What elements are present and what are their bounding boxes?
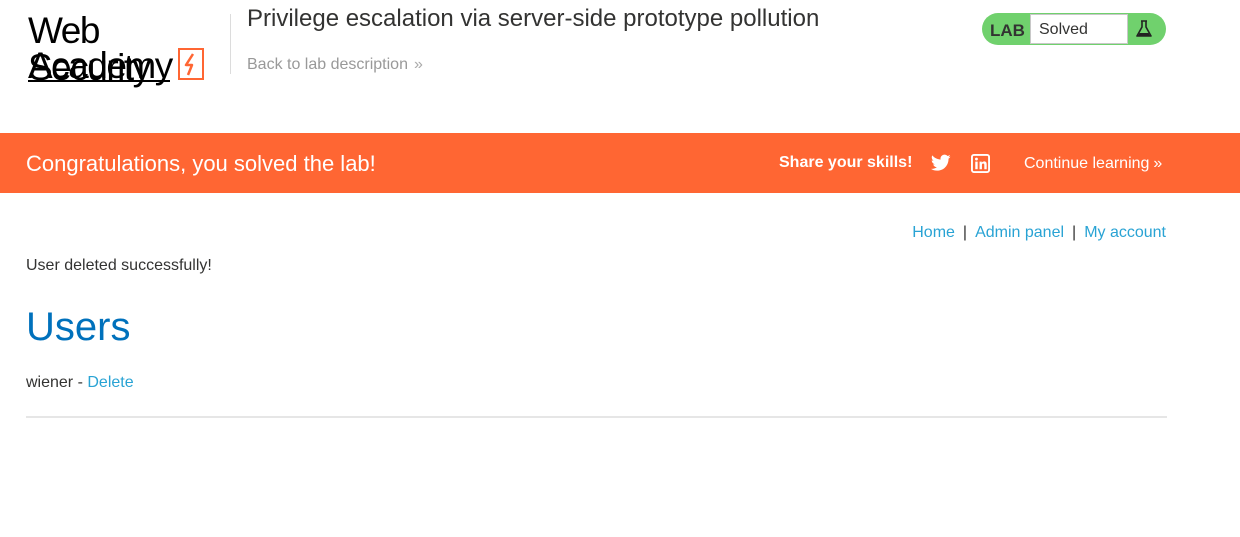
lab-title: Privilege escalation via server-side pro… <box>247 5 820 32</box>
user-deleted-message: User deleted successfully! <box>26 257 212 274</box>
lab-header: Web Security Academy Privilege escalatio… <box>0 0 1240 133</box>
congratulations-message: Congratulations, you solved the lab! <box>26 151 376 176</box>
header-divider <box>230 14 231 74</box>
continue-learning-label: Continue learning <box>1024 155 1150 172</box>
user-row: wiener - Delete <box>26 374 134 392</box>
nav-admin-panel-link[interactable]: Admin panel <box>975 224 1064 241</box>
back-to-lab-description-link[interactable]: Back to lab description » <box>247 56 423 74</box>
linkedin-icon[interactable] <box>971 154 990 173</box>
username: wiener <box>26 374 74 391</box>
twitter-icon[interactable] <box>931 154 951 172</box>
continue-learning-link[interactable]: Continue learning» <box>1024 155 1162 173</box>
logo-underline <box>28 80 170 82</box>
logo-line-2: Academy <box>28 45 173 86</box>
lab-badge: LAB <box>990 21 1025 40</box>
double-chevron-right-icon: » <box>1153 155 1163 172</box>
nav-my-account-link[interactable]: My account <box>1084 224 1166 241</box>
delete-user-link[interactable]: Delete <box>87 374 133 391</box>
nav-home-link[interactable]: Home <box>912 224 955 241</box>
solved-banner: Congratulations, you solved the lab! Sha… <box>0 133 1240 193</box>
back-link-label: Back to lab description <box>247 56 408 73</box>
share-skills-label: Share your skills! <box>779 154 913 171</box>
top-nav: Home | Admin panel | My account <box>912 224 1166 242</box>
nav-separator: | <box>962 224 968 241</box>
flask-icon <box>1136 20 1152 37</box>
user-separator: - <box>77 374 83 391</box>
users-heading: Users <box>26 305 131 349</box>
web-security-academy-logo[interactable]: Web Security Academy <box>28 10 228 86</box>
logo-bolt-icon <box>178 48 204 80</box>
nav-separator: | <box>1072 224 1077 241</box>
section-divider <box>26 416 1167 418</box>
status-box: Solved <box>1030 14 1128 44</box>
status-text: Solved <box>1039 21 1088 38</box>
double-chevron-right-icon: » <box>413 56 423 73</box>
lab-status-widget: LAB Solved <box>982 13 1166 45</box>
